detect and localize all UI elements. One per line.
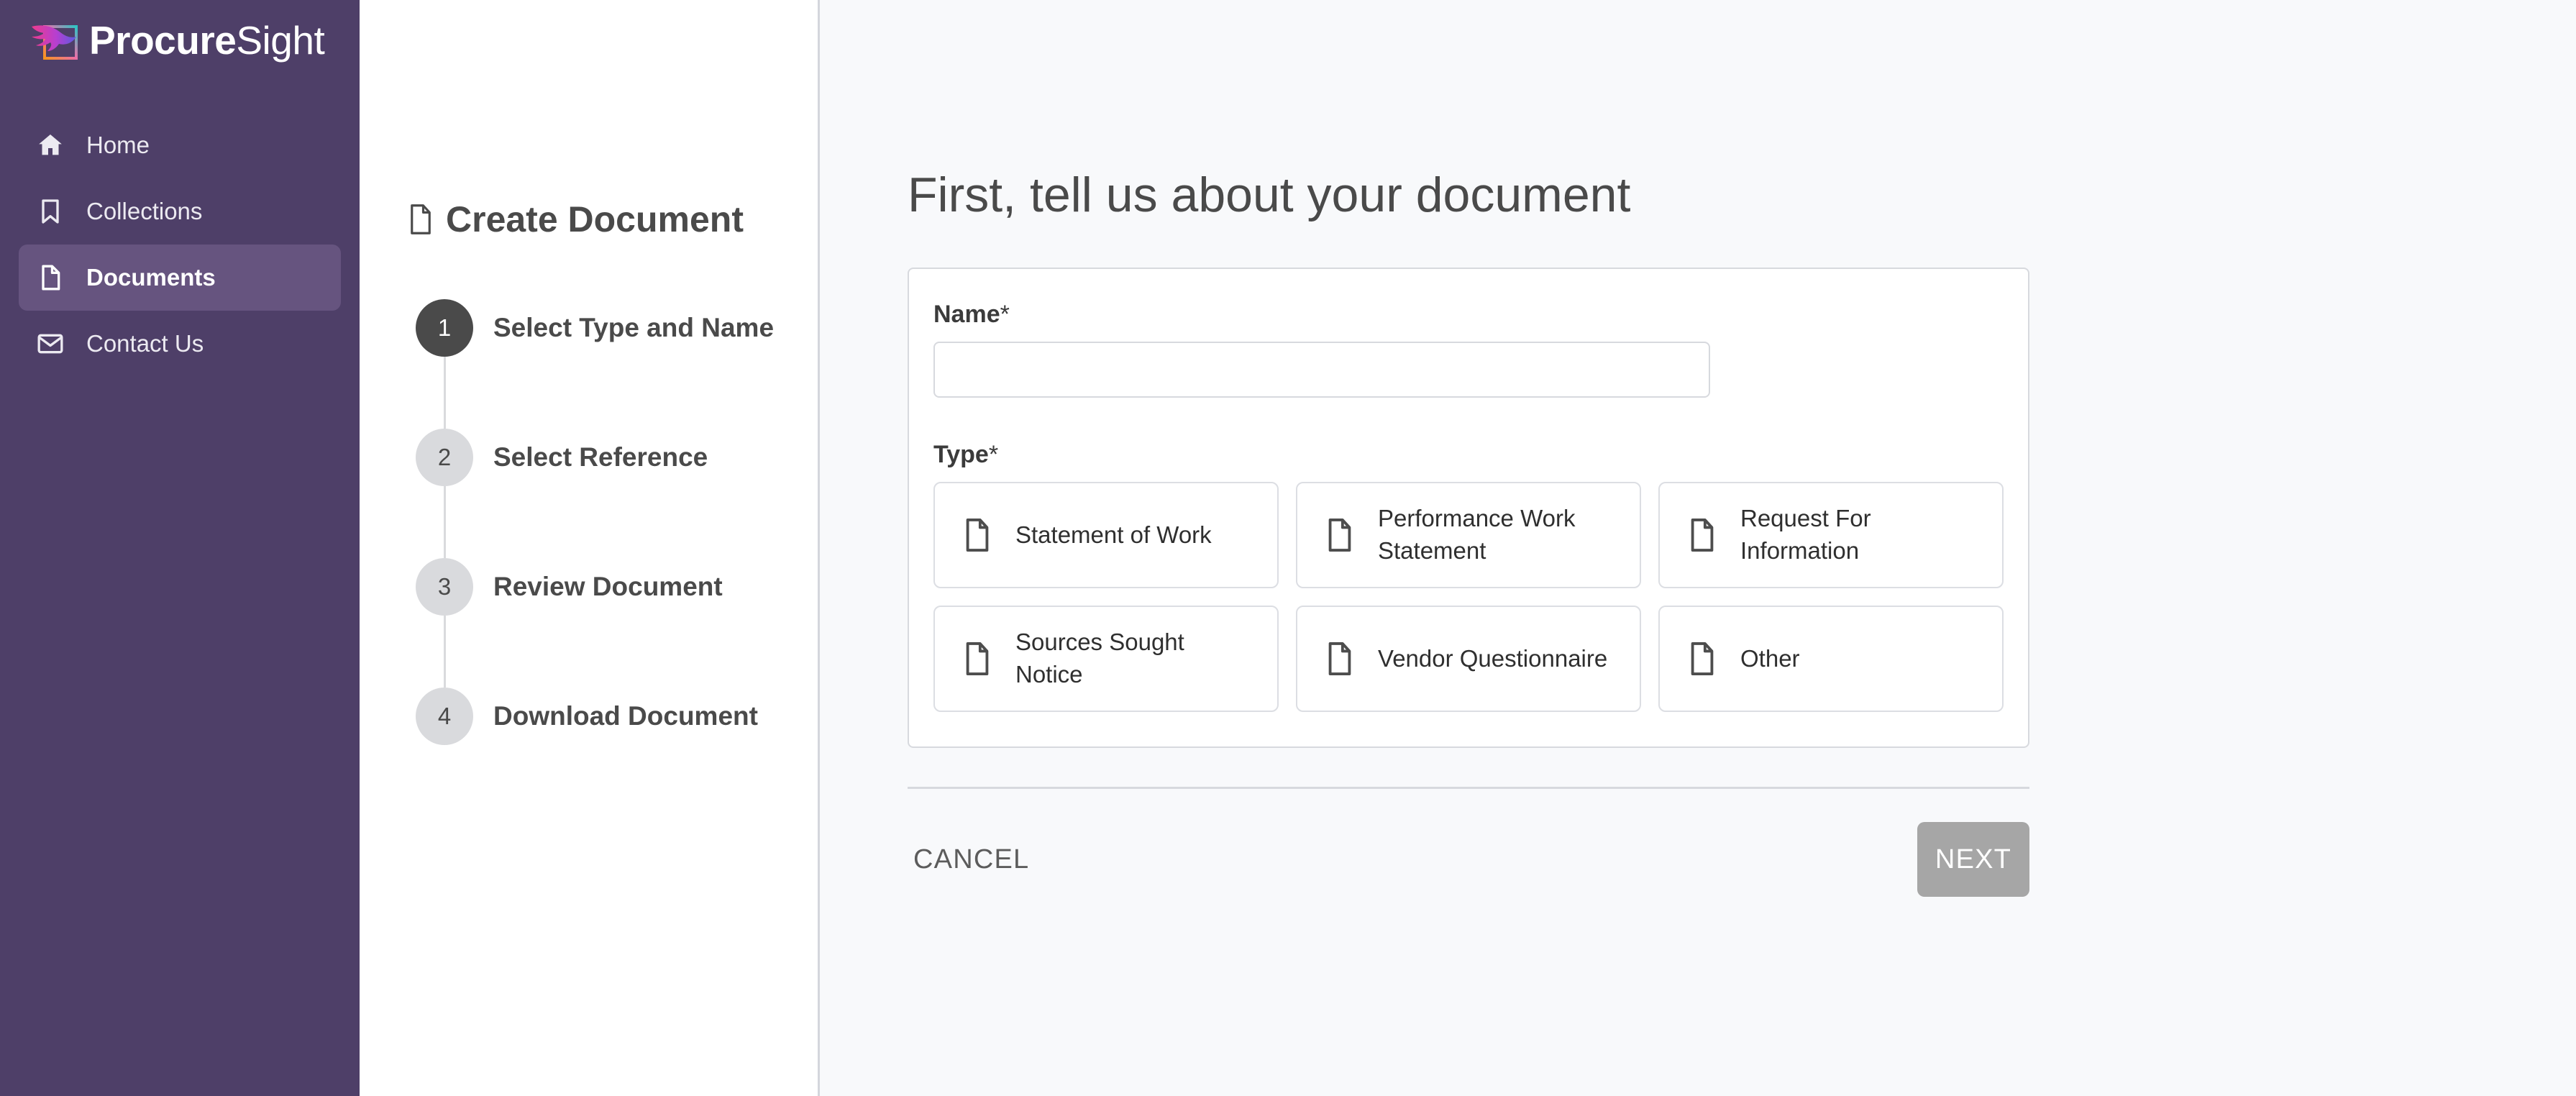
- procuresight-bird-logo-icon: [29, 17, 85, 64]
- type-options-grid: Statement of Work Performance Work State…: [933, 482, 2004, 712]
- type-label-text: Type: [933, 441, 989, 468]
- brand-row: ProcureSight: [0, 0, 360, 81]
- footer-divider: [908, 787, 2029, 789]
- next-button[interactable]: NEXT: [1917, 822, 2029, 897]
- sidebar: ProcureSight Home Collections Documents …: [0, 0, 360, 1096]
- required-marker: *: [988, 441, 999, 468]
- document-icon: [1686, 639, 1719, 678]
- apps-grid-icon[interactable]: [324, 20, 333, 60]
- step-number-badge: 2: [416, 429, 473, 486]
- document-icon: [961, 639, 994, 678]
- sidebar-item-collections[interactable]: Collections: [19, 178, 341, 245]
- step-label: Download Document: [493, 701, 758, 731]
- brand-name-light: Sight: [236, 18, 325, 63]
- step-number-badge: 1: [416, 299, 473, 357]
- main-inner: First, tell us about your document Name*…: [908, 167, 2029, 897]
- document-icon: [961, 516, 994, 554]
- type-option-performance-work-statement[interactable]: Performance Work Statement: [1296, 482, 1641, 588]
- main-heading: First, tell us about your document: [908, 168, 1631, 222]
- type-option-label: Request For Information: [1740, 505, 1871, 564]
- brand-name-bold: Procure: [89, 18, 237, 63]
- step-label: Select Type and Name: [493, 313, 775, 342]
- document-icon: [406, 202, 436, 237]
- type-option-label: Sources Sought Notice: [1015, 629, 1184, 688]
- sidebar-item-home[interactable]: Home: [19, 112, 341, 178]
- type-field-label: Type*: [933, 441, 2004, 469]
- type-option-statement-of-work[interactable]: Statement of Work: [933, 482, 1279, 588]
- home-icon: [36, 131, 65, 160]
- envelope-icon: [36, 329, 65, 358]
- name-input[interactable]: [933, 342, 1710, 398]
- document-icon: [1323, 516, 1356, 554]
- sidebar-item-label: Contact Us: [86, 330, 204, 357]
- document-details-form: Name* Type* Statement of Work Performanc…: [908, 268, 2029, 748]
- sidebar-item-documents[interactable]: Documents: [19, 245, 341, 311]
- type-option-vendor-questionnaire[interactable]: Vendor Questionnaire: [1296, 606, 1641, 712]
- step-label: Review Document: [493, 572, 723, 601]
- name-label-text: Name: [933, 301, 1000, 328]
- sidebar-item-label: Collections: [86, 198, 203, 224]
- brand-name: ProcureSight: [89, 17, 325, 63]
- stepper-list: 1 Select Type and Name 2 Select Referenc…: [406, 299, 818, 745]
- document-icon: [1323, 639, 1356, 678]
- type-option-label: Other: [1740, 644, 1800, 672]
- page-title: Create Document: [406, 198, 818, 240]
- step-number-badge: 3: [416, 558, 473, 616]
- stepper-step-4[interactable]: 4 Download Document: [416, 688, 818, 745]
- type-option-request-for-information[interactable]: Request For Information: [1658, 482, 2004, 588]
- stepper-panel: Create Document 1 Select Type and Name 2…: [360, 0, 820, 1096]
- sidebar-nav: Home Collections Documents Contact Us: [0, 112, 360, 377]
- stepper-step-1[interactable]: 1 Select Type and Name: [416, 299, 818, 429]
- type-option-label: Statement of Work: [1015, 521, 1212, 548]
- app-root: ProcureSight Home Collections Documents …: [0, 0, 2576, 1096]
- page-title-text: Create Document: [446, 199, 744, 239]
- bookmark-icon: [36, 197, 65, 226]
- document-icon: [36, 263, 65, 292]
- sidebar-item-label: Documents: [86, 264, 216, 291]
- name-field-label: Name*: [933, 301, 2004, 329]
- cancel-button[interactable]: CANCEL: [908, 831, 1035, 888]
- sidebar-item-label: Home: [86, 132, 150, 158]
- sidebar-item-contact-us[interactable]: Contact Us: [19, 311, 341, 377]
- main-content: First, tell us about your document Name*…: [820, 0, 2576, 1096]
- type-option-other[interactable]: Other: [1658, 606, 2004, 712]
- type-option-label: Vendor Questionnaire: [1378, 644, 1608, 672]
- step-number-badge: 4: [416, 688, 473, 745]
- stepper-step-3[interactable]: 3 Review Document: [416, 558, 818, 688]
- step-label: Select Reference: [493, 442, 708, 472]
- stepper-step-2[interactable]: 2 Select Reference: [416, 429, 818, 558]
- required-marker: *: [1000, 301, 1010, 328]
- type-option-sources-sought-notice[interactable]: Sources Sought Notice: [933, 606, 1279, 712]
- type-option-label: Performance Work Statement: [1378, 505, 1576, 564]
- document-icon: [1686, 516, 1719, 554]
- wizard-footer: CANCEL NEXT: [908, 822, 2029, 897]
